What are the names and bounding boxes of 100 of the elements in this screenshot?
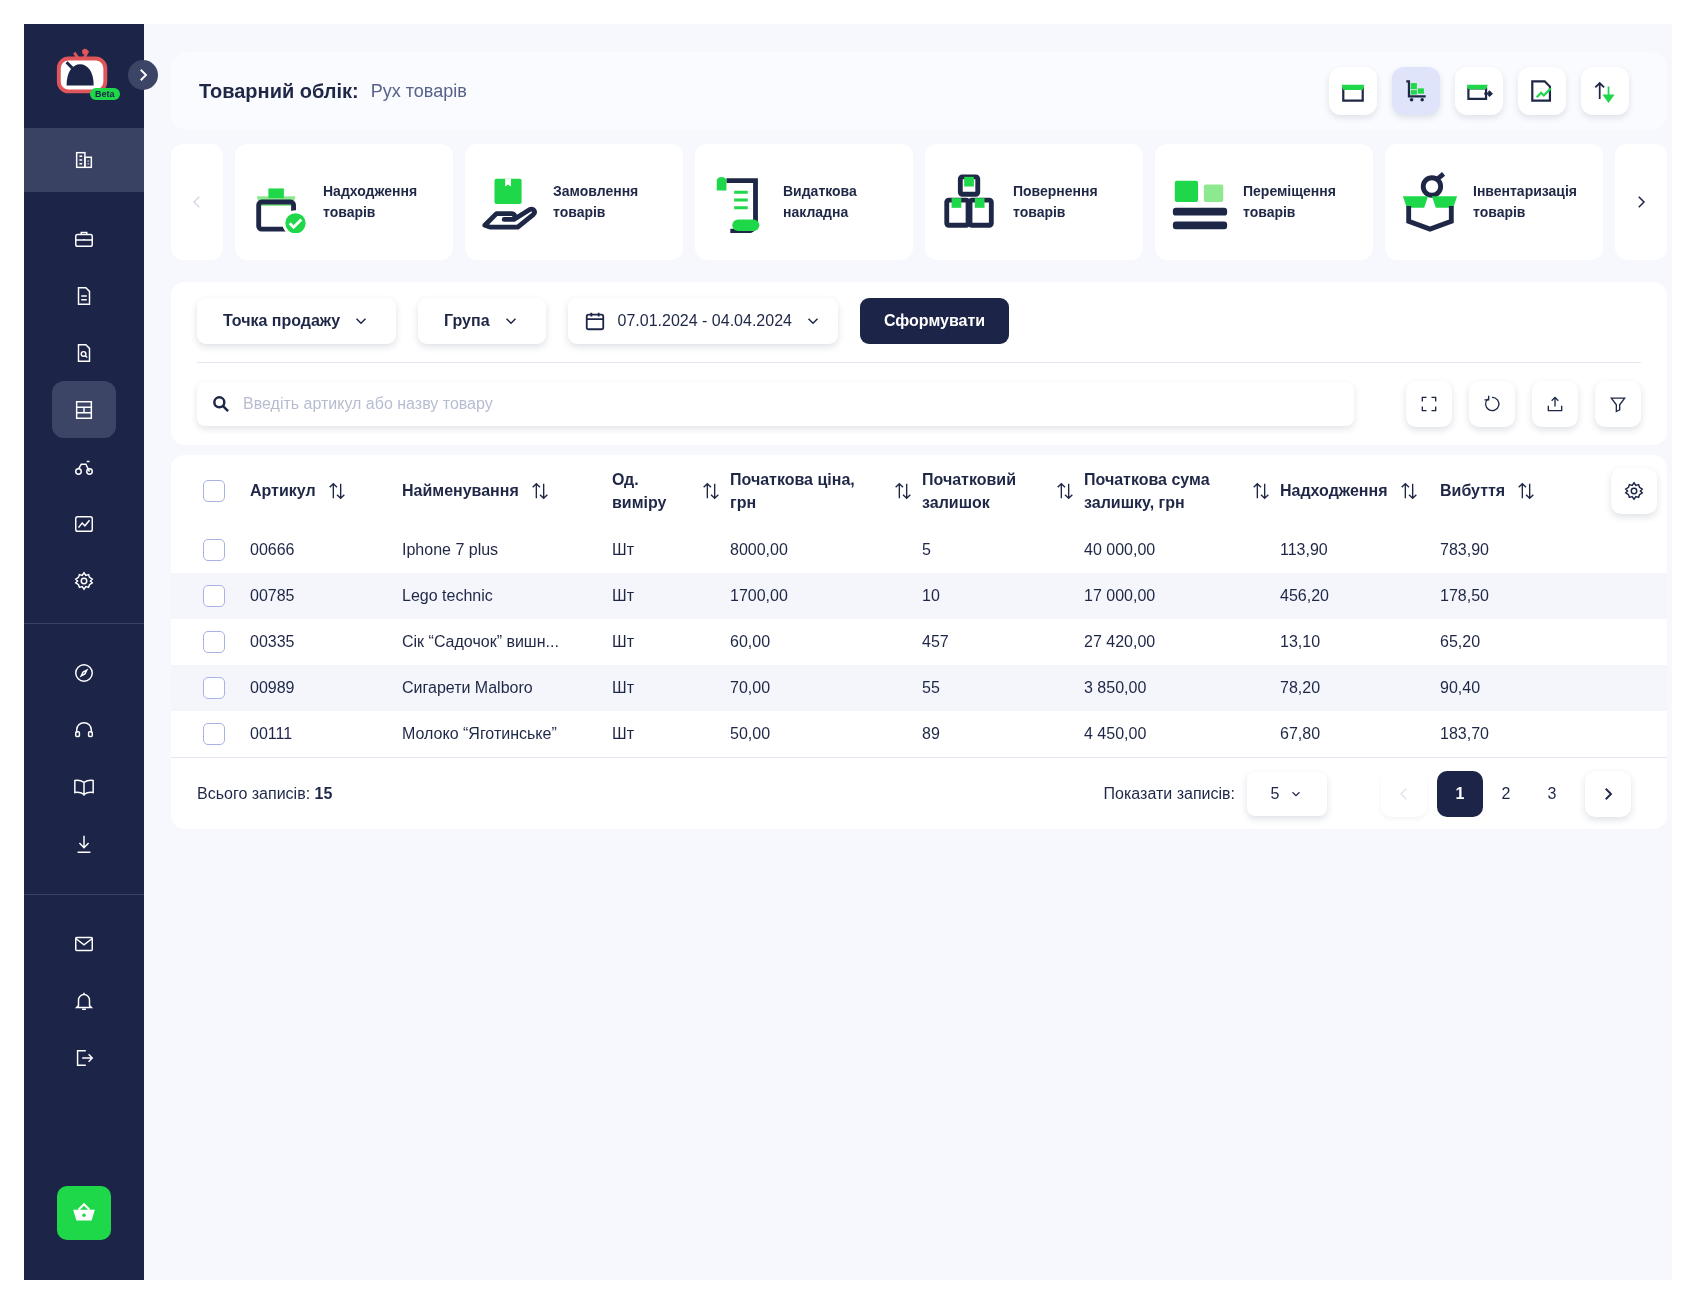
document-chart-tool-button[interactable] bbox=[1518, 67, 1566, 115]
table-cell: 13,10 bbox=[1280, 633, 1321, 650]
table-cell: 4 450,00 bbox=[1084, 725, 1147, 742]
date-range-picker[interactable]: 07.01.2024 - 04.04.2024 bbox=[567, 298, 838, 344]
compass-icon bbox=[73, 661, 95, 684]
table-cell: Шт bbox=[612, 587, 634, 604]
operation-label: Переміщення товарів bbox=[1243, 182, 1337, 222]
page-title: Товарний облік: bbox=[199, 79, 359, 103]
operation-label: Інвентаризація товарів bbox=[1473, 182, 1579, 222]
box-tool-button[interactable] bbox=[1329, 67, 1377, 115]
export-button[interactable] bbox=[1532, 381, 1578, 427]
page-subtitle: Рух товарів bbox=[370, 80, 467, 102]
table-cell: 3 850,00 bbox=[1084, 679, 1147, 696]
column-header[interactable]: Найменування bbox=[402, 479, 519, 503]
column-header[interactable]: Надходження bbox=[1280, 479, 1388, 503]
operation-card[interactable]: Повернення товарів bbox=[925, 144, 1143, 260]
table-cell: Шт bbox=[612, 541, 634, 558]
upload-icon bbox=[1545, 394, 1565, 414]
refresh-icon bbox=[1482, 394, 1502, 414]
table-cell: 113,90 bbox=[1280, 541, 1328, 558]
page-size-label: Показати записів: bbox=[1103, 784, 1235, 803]
filter-dropdown[interactable]: Група bbox=[418, 298, 546, 344]
settings-button[interactable] bbox=[1611, 468, 1657, 514]
shelf-nav-item[interactable] bbox=[52, 381, 116, 438]
table-cell: 60,00 bbox=[730, 633, 771, 650]
table-cell: 8000,00 bbox=[730, 541, 788, 558]
operation-label: Повернення товарів bbox=[1013, 182, 1099, 222]
operation-card[interactable]: Інвентаризація товарів bbox=[1385, 144, 1603, 260]
column-header[interactable]: Од. виміру bbox=[612, 467, 672, 515]
operation-label: Видаткова накладна bbox=[783, 182, 858, 222]
column-header[interactable]: Початковий залишок bbox=[922, 467, 1032, 515]
calendar-icon bbox=[583, 310, 606, 332]
fullscreen-icon bbox=[1419, 394, 1439, 414]
table-cell: 00785 bbox=[250, 587, 295, 604]
operation-card[interactable]: Надходження товарів bbox=[235, 144, 453, 260]
search-field[interactable]: Введіть артикул або назву товару bbox=[197, 382, 1354, 426]
table-cell: 1700,00 bbox=[730, 587, 788, 604]
row-checkbox[interactable] bbox=[202, 631, 225, 653]
row-checkbox[interactable] bbox=[202, 585, 225, 607]
table-cell: 00666 bbox=[250, 541, 295, 558]
table-cell: Молоко “Яготинське” bbox=[402, 725, 557, 742]
table-cell: 67,80 bbox=[1280, 725, 1321, 742]
beta-badge: Beta bbox=[90, 88, 120, 100]
table-cell: 55 bbox=[922, 679, 940, 696]
row-checkbox[interactable] bbox=[202, 723, 225, 745]
box-arrow-tool-button[interactable] bbox=[1455, 67, 1503, 115]
operation-label: Замовлення товарів bbox=[553, 182, 640, 222]
table-cell: 90,40 bbox=[1440, 679, 1481, 696]
table-cell: 40 000,00 bbox=[1084, 541, 1156, 558]
table-cell: Lego technic bbox=[402, 587, 493, 604]
column-header[interactable]: Артикул bbox=[250, 479, 316, 503]
settings-icon bbox=[1623, 480, 1645, 502]
table-cell: Сигарети Malboro bbox=[402, 679, 533, 696]
row-checkbox[interactable] bbox=[202, 677, 225, 699]
table-cell: 10 bbox=[922, 587, 940, 604]
page-button[interactable]: 3 bbox=[1529, 770, 1575, 817]
table-cell: Сік “Садочок” вишн... bbox=[402, 633, 559, 650]
page-button[interactable]: 2 bbox=[1483, 770, 1529, 817]
column-header[interactable]: Початкова сума залишку, грн bbox=[1084, 467, 1234, 515]
table-cell: 00989 bbox=[250, 679, 295, 696]
table-cell: 783,90 bbox=[1440, 541, 1489, 558]
basket-button[interactable] bbox=[57, 1186, 111, 1240]
table-cell: Iphone 7 plus bbox=[402, 541, 499, 558]
table-cell: 89 bbox=[922, 725, 940, 742]
filter-button[interactable] bbox=[1595, 381, 1641, 427]
cart-boxes-tool-button[interactable] bbox=[1392, 67, 1440, 115]
operation-card[interactable]: Переміщення товарів bbox=[1155, 144, 1373, 260]
operation-card[interactable]: Замовлення товарів bbox=[465, 144, 683, 260]
table-cell: 65,20 bbox=[1440, 633, 1481, 650]
generate-button[interactable]: Сформувати bbox=[859, 298, 1010, 344]
page-size-dropdown[interactable]: 5 bbox=[1247, 771, 1327, 816]
building-icon bbox=[73, 149, 95, 171]
total-records: Всього записів: 15 bbox=[197, 784, 333, 803]
table-cell: 00111 bbox=[250, 725, 293, 742]
filter-dropdown[interactable]: Точка продажу bbox=[197, 298, 397, 344]
refresh-button[interactable] bbox=[1469, 381, 1515, 427]
table-cell: 183,70 bbox=[1440, 725, 1489, 742]
settings-icon bbox=[73, 569, 95, 592]
table-cell: 178,50 bbox=[1440, 587, 1489, 604]
column-header[interactable]: Початкова ціна, грн bbox=[730, 467, 870, 515]
column-header[interactable]: Вибуття bbox=[1440, 479, 1506, 503]
shelf-icon bbox=[73, 398, 95, 421]
table-cell: 17 000,00 bbox=[1084, 587, 1156, 604]
table-cell: Шт bbox=[612, 679, 634, 696]
row-checkbox[interactable] bbox=[202, 539, 225, 561]
expand-button[interactable] bbox=[128, 60, 158, 90]
table-cell: 5 bbox=[922, 541, 931, 558]
operation-label: Надходження товарів bbox=[323, 182, 419, 222]
table-cell: 50,00 bbox=[730, 725, 771, 742]
table-cell: 00335 bbox=[250, 633, 295, 650]
table-cell: 457 bbox=[922, 633, 949, 650]
table-cell: 27 420,00 bbox=[1084, 633, 1156, 650]
upload-download-tool-button[interactable] bbox=[1581, 67, 1629, 115]
page-button[interactable]: 1 bbox=[1437, 770, 1483, 817]
table-cell: 456,20 bbox=[1280, 587, 1329, 604]
table-cell: 78,20 bbox=[1280, 679, 1321, 696]
operation-card[interactable]: Видаткова накладна bbox=[695, 144, 913, 260]
select-all-checkbox[interactable] bbox=[202, 480, 225, 502]
table-cell: Шт bbox=[612, 633, 634, 650]
table-cell: Шт bbox=[612, 725, 634, 742]
